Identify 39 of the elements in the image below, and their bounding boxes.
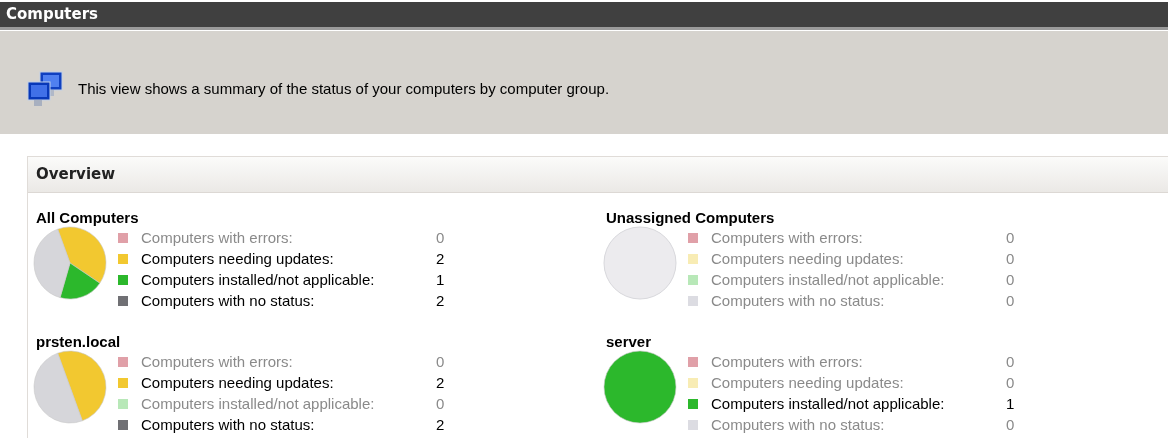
legend-count: 2 xyxy=(436,291,445,311)
group-title: prsten.local xyxy=(36,333,121,351)
legend-label: Computers needing updates: xyxy=(141,249,335,269)
legend-count: 0 xyxy=(1006,249,1015,269)
legend-count: 0 xyxy=(436,228,445,248)
legend-label: Computers with errors: xyxy=(141,352,294,372)
legend-label: Computers installed/not applicable: xyxy=(141,394,376,414)
legend-label: Computers installed/not applicable: xyxy=(711,270,946,290)
legend-count: 2 xyxy=(436,249,445,269)
legend-count: 0 xyxy=(1006,373,1015,393)
legend-count: 0 xyxy=(436,352,445,372)
legend-count: 1 xyxy=(1006,394,1015,414)
legend-label: Computers installed/not applicable: xyxy=(711,394,946,414)
legend-count: 2 xyxy=(436,415,445,435)
legend-label: Computers with errors: xyxy=(711,228,864,248)
legend-label: Computers with no status: xyxy=(711,291,886,311)
legend-count: 0 xyxy=(436,394,445,414)
legend-count: 0 xyxy=(1006,291,1015,311)
legend-label: Computers with errors: xyxy=(141,228,294,248)
group-title: server xyxy=(606,333,652,351)
panel-title: Overview xyxy=(36,164,116,186)
legend-label: Computers needing updates: xyxy=(711,373,905,393)
legend-count: 0 xyxy=(1006,270,1015,290)
legend-label: Computers needing updates: xyxy=(141,373,335,393)
legend-label: Computers with no status: xyxy=(141,291,316,311)
legend-count: 0 xyxy=(1006,228,1015,248)
group-title: Unassigned Computers xyxy=(606,209,775,227)
legend-count: 1 xyxy=(436,270,445,290)
legend-label: Computers with errors: xyxy=(711,352,864,372)
legend-label: Computers with no status: xyxy=(711,415,886,435)
legend-count: 0 xyxy=(1006,352,1015,372)
window-title: Computers xyxy=(6,4,99,26)
legend-label: Computers installed/not applicable: xyxy=(141,270,376,290)
legend-count: 2 xyxy=(436,373,445,393)
description-text: This view shows a summary of the status of your computers by computer group. xyxy=(78,79,610,100)
legend-label: Computers with no status: xyxy=(141,415,316,435)
legend-count: 0 xyxy=(1006,415,1015,435)
legend-label: Computers needing updates: xyxy=(711,249,905,269)
group-title: All Computers xyxy=(36,209,139,227)
